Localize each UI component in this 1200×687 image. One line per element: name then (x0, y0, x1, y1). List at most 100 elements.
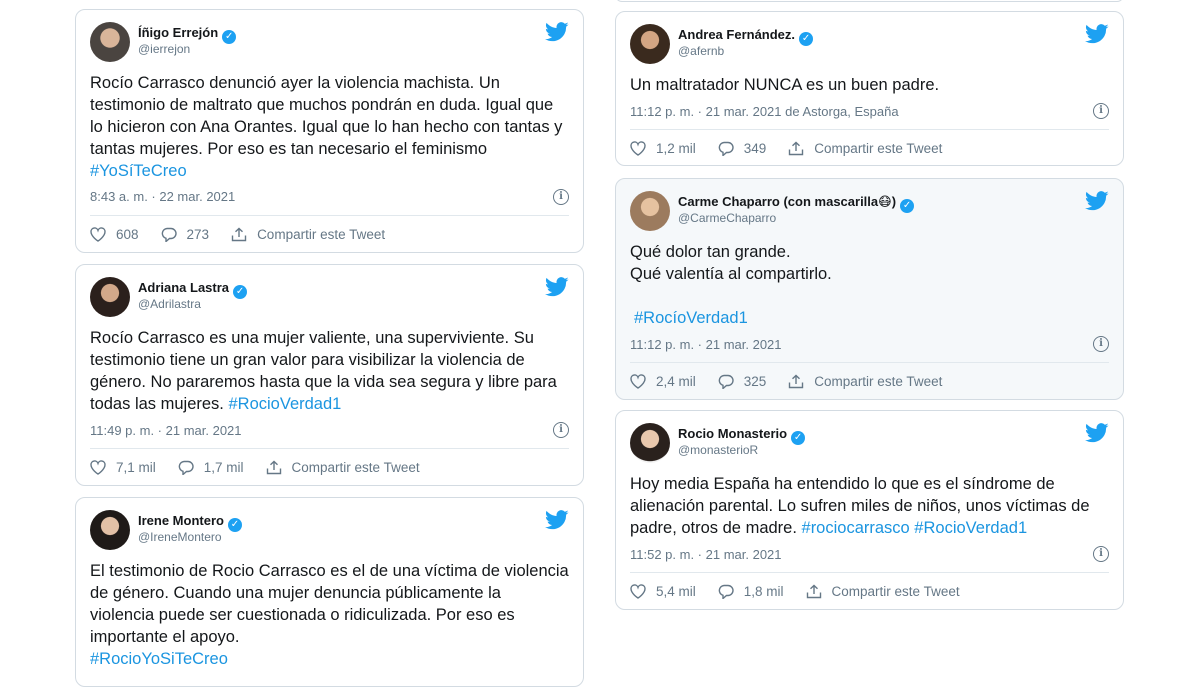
share-icon (806, 584, 821, 599)
tweet-timestamp[interactable]: 11:12 p. m. · 21 mar. 2021 (630, 337, 782, 352)
info-icon[interactable]: i (1093, 336, 1109, 352)
hashtag-link[interactable]: #rociocarrasco #RocioVerdad1 (802, 519, 1028, 537)
reply-icon (718, 374, 734, 389)
like-count: 608 (116, 227, 139, 242)
tweet-text: Rocío Carrasco denunció ayer la violenci… (90, 74, 563, 180)
reply-button[interactable]: 1,8 mil (718, 584, 784, 599)
tweet-timestamp[interactable]: 11:52 p. m. · 21 mar. 2021 (630, 547, 782, 562)
tweet-card-partial (615, 0, 1124, 2)
share-button[interactable]: Compartir este Tweet (266, 460, 420, 475)
heart-icon (630, 584, 646, 599)
share-label: Compartir este Tweet (291, 460, 420, 475)
divider (630, 129, 1109, 130)
reply-icon (718, 141, 734, 156)
share-label: Compartir este Tweet (257, 227, 386, 242)
tweet-card[interactable]: Rocio Monasterio ✓ @monasterioR Hoy media… (615, 410, 1124, 610)
info-icon[interactable]: i (1093, 546, 1109, 562)
reply-button[interactable]: 1,7 mil (178, 460, 244, 475)
reply-icon (161, 227, 177, 242)
share-button[interactable]: Compartir este Tweet (788, 141, 942, 156)
tweet-timestamp[interactable]: 11:12 p. m. · 21 mar. 2021 de Astorga, E… (630, 104, 899, 119)
tweet-text: El testimonio de Rocio Carrasco es el de… (90, 562, 569, 668)
share-label: Compartir este Tweet (814, 374, 943, 389)
like-button[interactable]: 1,2 mil (630, 141, 696, 156)
reply-count: 1,8 mil (743, 584, 784, 599)
twitter-bird-icon[interactable] (1085, 191, 1109, 211)
tweet-timestamp[interactable]: 8:43 a. m. · 22 mar. 2021 (90, 189, 235, 204)
reply-icon (718, 584, 734, 599)
twitter-bird-icon[interactable] (545, 22, 569, 42)
tweet-timestamp[interactable]: 11:49 p. m. · 21 mar. 2021 (90, 423, 242, 438)
like-button[interactable]: 5,4 mil (630, 584, 696, 599)
avatar[interactable] (630, 191, 670, 231)
avatar[interactable] (90, 510, 130, 550)
hashtag-link[interactable]: #RocíoVerdad1 (634, 309, 748, 327)
tweet-actions: 5,4 mil 1,8 mil Compartir este Tweet (630, 584, 982, 599)
reply-count: 273 (186, 227, 210, 242)
share-icon (789, 374, 804, 389)
twitter-bird-icon[interactable] (1085, 423, 1109, 443)
avatar[interactable] (630, 423, 670, 463)
tweet-card[interactable]: Íñigo Errejón ✓ @ierrejon Rocío Carrasco … (75, 9, 584, 253)
tweet-text: Hoy media España ha entendido lo que es … (630, 475, 1090, 537)
share-button[interactable]: Compartir este Tweet (806, 584, 960, 599)
avatar[interactable] (90, 22, 130, 62)
tweet-card[interactable]: Adriana Lastra ✓ @Adrilastra Rocío Carras… (75, 264, 584, 486)
author-handle[interactable]: @afernb (678, 44, 724, 58)
like-count: 5,4 mil (656, 584, 696, 599)
author-handle[interactable]: @IreneMontero (138, 530, 222, 544)
reply-button[interactable]: 349 (718, 141, 767, 156)
like-button[interactable]: 7,1 mil (90, 460, 156, 475)
hashtag-link[interactable]: #RocioYoSiTeCreo (90, 650, 228, 668)
share-label: Compartir este Tweet (814, 141, 943, 156)
like-count: 1,2 mil (656, 141, 696, 156)
verified-badge-icon: ✓ (222, 30, 237, 44)
reply-button[interactable]: 325 (718, 374, 767, 389)
heart-icon (90, 460, 106, 475)
divider (90, 448, 569, 449)
author-handle[interactable]: @Adrilastra (138, 297, 201, 311)
divider (630, 362, 1109, 363)
divider (90, 215, 569, 216)
tweet-text: Un maltratador NUNCA es un buen padre. (630, 76, 940, 94)
hashtag-link[interactable]: #YoSíTeCreo (90, 162, 187, 180)
share-button[interactable]: Compartir este Tweet (788, 374, 942, 389)
twitter-bird-icon[interactable] (545, 277, 569, 297)
author-handle[interactable]: @CarmeChaparro (678, 211, 776, 225)
tweet-actions: 608 273 Compartir este Tweet (90, 227, 407, 242)
twitter-bird-icon[interactable] (1085, 24, 1109, 44)
share-label: Compartir este Tweet (831, 584, 960, 599)
like-button[interactable]: 608 (90, 227, 139, 242)
reply-count: 1,7 mil (203, 460, 244, 475)
reply-count: 349 (743, 141, 767, 156)
reply-button[interactable]: 273 (161, 227, 210, 242)
share-icon (266, 460, 281, 475)
twitter-bird-icon[interactable] (545, 510, 569, 530)
like-count: 7,1 mil (116, 460, 156, 475)
tweet-actions: 7,1 mil 1,7 mil Compartir este Tweet (90, 460, 442, 475)
tweet-actions: 1,2 mil 349 Compartir este Tweet (630, 141, 964, 156)
share-button[interactable]: Compartir este Tweet (231, 227, 385, 242)
author-handle[interactable]: @ierrejon (138, 42, 190, 56)
info-icon[interactable]: i (553, 189, 569, 205)
verified-badge-icon: ✓ (900, 199, 915, 213)
reply-count: 325 (743, 374, 767, 389)
reply-icon (178, 460, 194, 475)
like-button[interactable]: 2,4 mil (630, 374, 696, 389)
info-icon[interactable]: i (1093, 103, 1109, 119)
hashtag-link[interactable]: #RocioVerdad1 (228, 395, 341, 413)
avatar[interactable] (630, 24, 670, 64)
like-count: 2,4 mil (656, 374, 696, 389)
verified-badge-icon: ✓ (791, 431, 806, 445)
avatar[interactable] (90, 277, 130, 317)
author-handle[interactable]: @monasterioR (678, 443, 758, 457)
share-icon (789, 141, 804, 156)
tweet-card[interactable]: Carme Chaparro (con mascarilla😷) ✓ @Carme… (615, 178, 1124, 400)
info-icon[interactable]: i (553, 422, 569, 438)
tweet-card[interactable]: Irene Montero ✓ @IreneMontero El testimon… (75, 497, 584, 687)
tweet-card[interactable]: Andrea Fernández. ✓ @afernb Un maltratado… (615, 11, 1124, 166)
heart-icon (630, 374, 646, 389)
tweet-text: Rocío Carrasco es una mujer valiente, un… (90, 329, 557, 413)
verified-badge-icon: ✓ (799, 32, 814, 46)
verified-badge-icon: ✓ (227, 518, 242, 532)
